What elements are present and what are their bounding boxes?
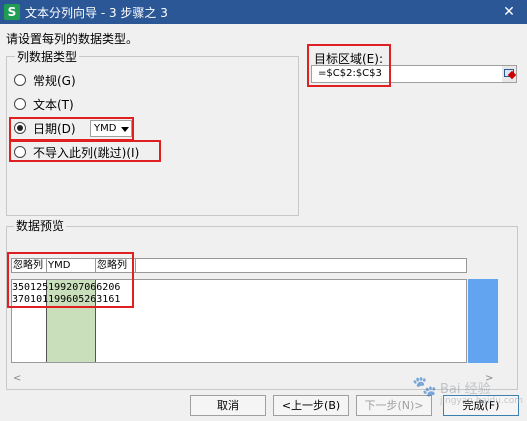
watermark: 🐾 Bai 经验 jingyan.baidu.com [410, 370, 524, 416]
collapse-dialog-button[interactable] [502, 66, 516, 82]
vertical-scrollbar[interactable] [468, 279, 498, 363]
title-bar: S 文本分列向导 - 3 步骤之 3 ✕ [0, 0, 527, 24]
highlight-box-preview [7, 252, 134, 308]
watermark-text: Bai 经验 [440, 382, 491, 397]
collapse-dialog-icon [504, 69, 514, 77]
radio-general-label[interactable]: 常规(G) [33, 72, 76, 89]
watermark-subtext: jingyan.baidu.com [440, 396, 524, 406]
radio-text[interactable] [14, 98, 26, 110]
instruction-text: 请设置每列的数据类型。 [6, 32, 139, 46]
app-icon: S [4, 4, 20, 20]
cancel-button[interactable]: 取消 [190, 395, 266, 416]
column-type-legend: 列数据类型 [15, 48, 80, 65]
close-button[interactable]: ✕ [491, 0, 527, 24]
radio-general[interactable] [14, 74, 26, 86]
window-title: 文本分列向导 - 3 步骤之 3 [25, 6, 168, 20]
close-icon: ✕ [503, 4, 515, 20]
data-preview-legend: 数据预览 [14, 217, 67, 234]
paw-icon: 🐾 [412, 374, 437, 398]
highlight-box-target [307, 44, 391, 87]
radio-text-label[interactable]: 文本(T) [33, 96, 74, 113]
highlight-box-skip [9, 140, 161, 162]
highlight-box-date [9, 117, 134, 141]
back-button[interactable]: <上一步(B) [273, 395, 349, 416]
scroll-left-icon[interactable]: < [13, 373, 21, 384]
